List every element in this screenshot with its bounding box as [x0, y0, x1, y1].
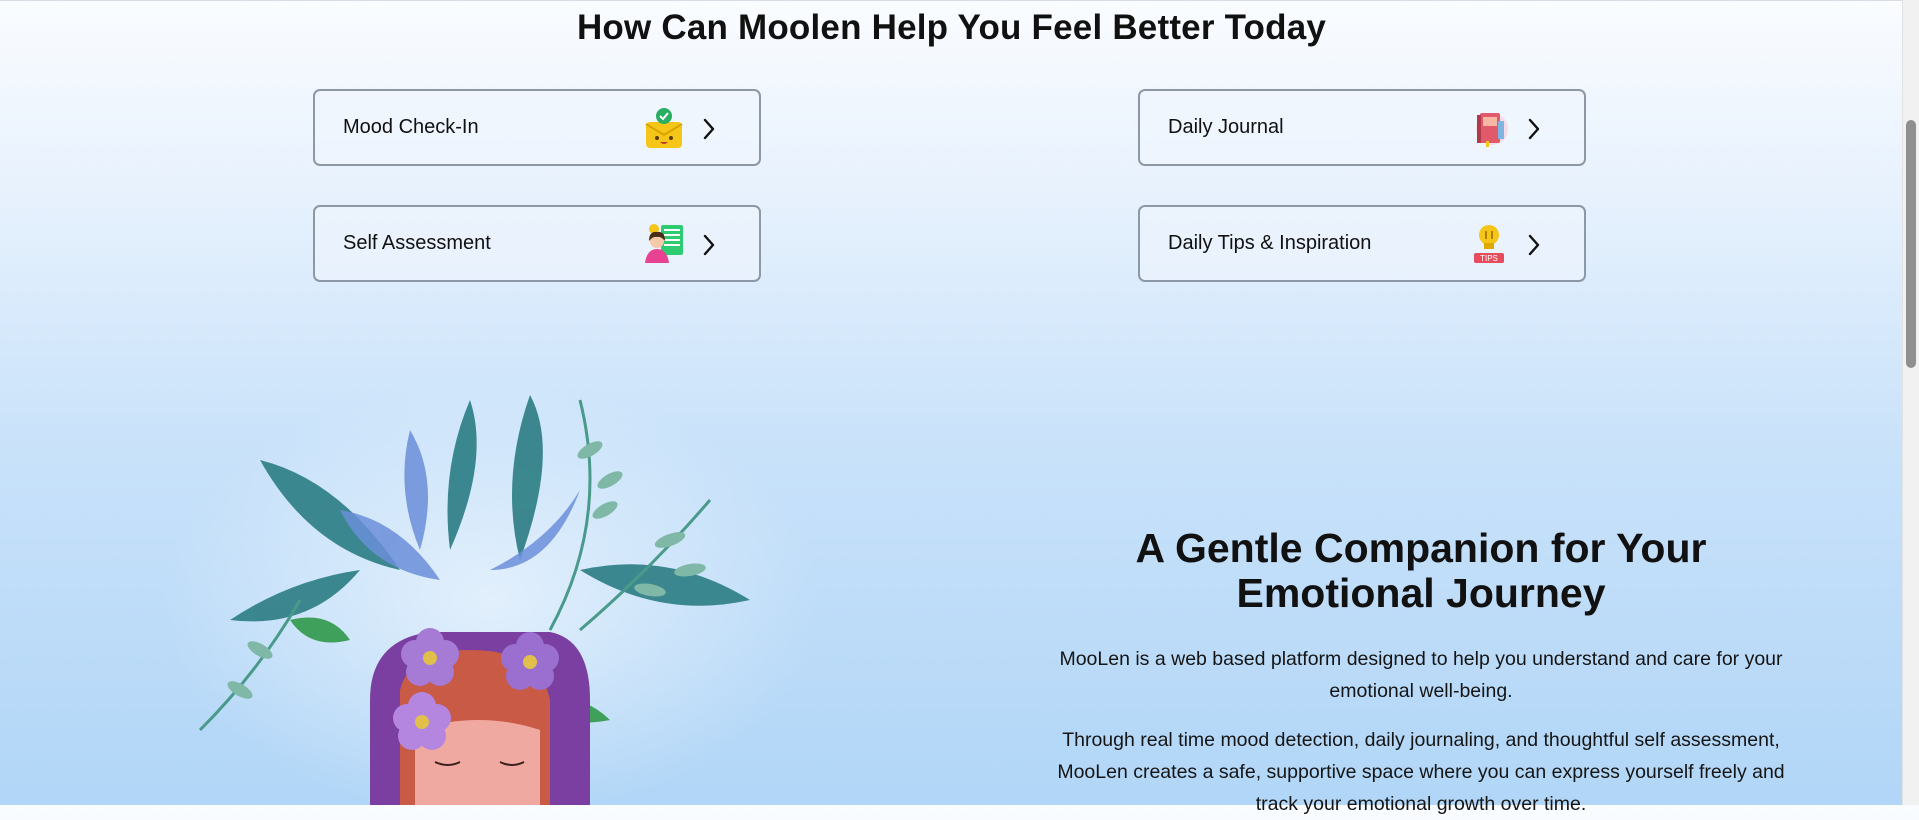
vertical-scrollbar[interactable]: [1902, 0, 1919, 805]
self-assessment-icon: [643, 223, 685, 265]
top-divider: [0, 0, 1903, 1]
daily-journal-card[interactable]: Daily Journal: [1138, 89, 1586, 166]
companion-title-line2: Emotional Journey: [1236, 570, 1606, 616]
tips-badge-text: TIPS: [1480, 254, 1498, 263]
scrollbar-thumb[interactable]: [1906, 120, 1916, 368]
journal-icon: [1468, 107, 1510, 149]
companion-title: A Gentle Companion for Your Emotional Jo…: [1040, 526, 1802, 616]
self-assessment-card[interactable]: Self Assessment: [313, 205, 761, 282]
mood-checkin-icon: [643, 107, 685, 149]
companion-title-line1: A Gentle Companion for Your: [1135, 525, 1707, 571]
chevron-right-icon: [1526, 116, 1542, 142]
chevron-right-icon: [701, 116, 717, 142]
features-paragraph: Through real time mood detection, daily …: [1057, 729, 1785, 815]
mood-checkin-label: Mood Check-In: [343, 116, 479, 138]
plant-head-illustration: [110, 370, 870, 805]
self-assessment-label: Self Assessment: [343, 232, 491, 254]
intro-paragraph: MooLen is a web based platform designed …: [1059, 648, 1783, 702]
chevron-right-icon: [1526, 232, 1542, 258]
daily-tips-label: Daily Tips & Inspiration: [1168, 232, 1372, 254]
chevron-right-icon: [701, 232, 717, 258]
tips-lightbulb-icon: TIPS: [1468, 223, 1510, 265]
daily-journal-label: Daily Journal: [1168, 116, 1284, 138]
daily-tips-card[interactable]: Daily Tips & Inspiration TIPS: [1138, 205, 1586, 282]
mood-checkin-card[interactable]: Mood Check-In: [313, 89, 761, 166]
section-title: How Can Moolen Help You Feel Better Toda…: [576, 8, 1327, 47]
